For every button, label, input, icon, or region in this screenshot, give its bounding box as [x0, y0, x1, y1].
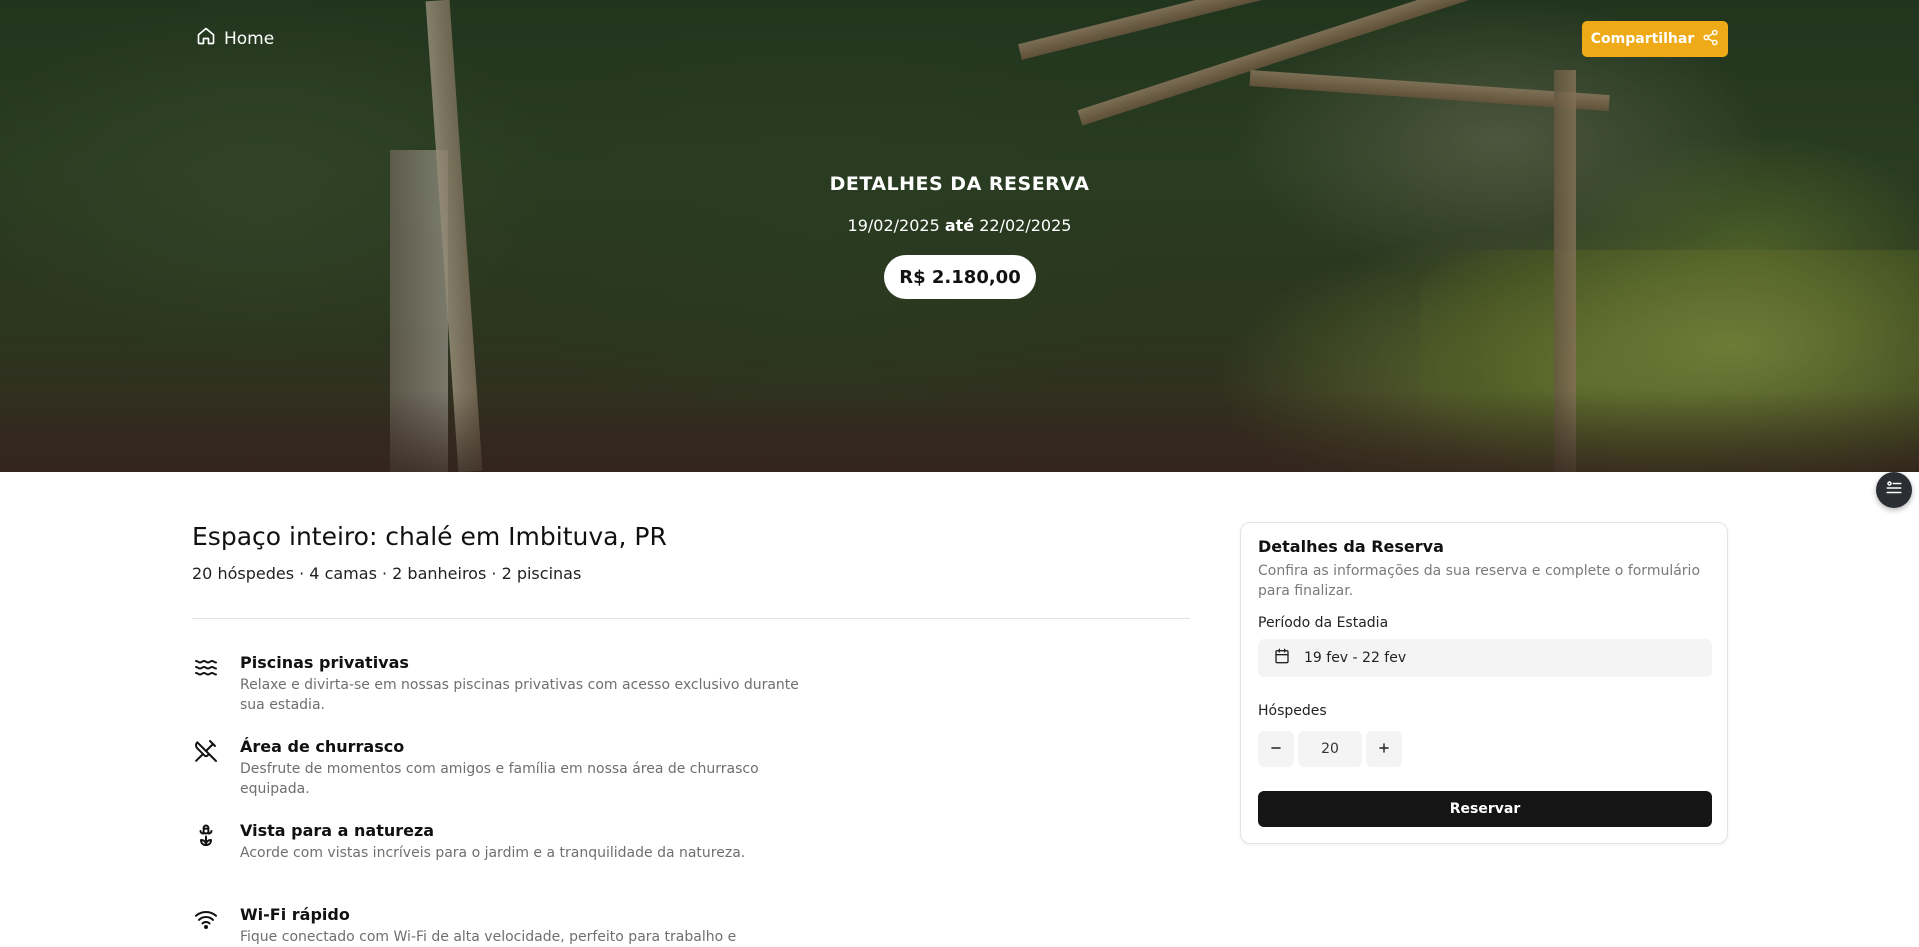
guests-decrement-button[interactable] — [1258, 731, 1294, 767]
guests-increment-button[interactable] — [1366, 731, 1402, 767]
listing-title: Espaço inteiro: chalé em Imbituva, PR — [192, 522, 667, 551]
hero-date-separator: até — [944, 216, 975, 235]
wifi-icon — [194, 907, 218, 931]
utensils-crossed-icon — [194, 739, 218, 763]
list-filter-icon — [1885, 479, 1903, 501]
amenity-title: Wi-Fi rápido — [240, 905, 350, 924]
amenity-description: Relaxe e divirta-se em nossas piscinas p… — [240, 677, 799, 713]
amenity-description: Desfrute de momentos com amigos e famíli… — [240, 761, 759, 797]
period-label: Período da Estadia — [1258, 615, 1389, 631]
floating-menu-button[interactable] — [1876, 472, 1912, 508]
home-icon — [196, 26, 216, 51]
hero-date-to: 22/02/2025 — [979, 216, 1072, 235]
home-link-label: Home — [224, 28, 275, 49]
share-button-label: Compartilhar — [1590, 31, 1695, 47]
price-badge: R$ 2.180,00 — [884, 255, 1036, 299]
hero-overlay — [0, 0, 1919, 472]
amenity-title: Piscinas privativas — [240, 653, 409, 672]
amenity-title: Vista para a natureza — [240, 821, 435, 840]
divider — [192, 618, 1190, 619]
booking-card-description: Confira as informações da sua reserva e … — [1258, 563, 1701, 599]
amenity-description: Acorde com vistas incríveis para o jardi… — [240, 845, 746, 861]
waves-icon — [194, 655, 218, 679]
amenity-description: Fique conectado com Wi-Fi de alta veloci… — [240, 929, 737, 945]
hero-date-range: 19/02/2025 até 22/02/2025 — [0, 216, 1919, 235]
amenity-title: Área de churrasco — [240, 737, 405, 756]
share-icon — [1702, 29, 1719, 50]
guests-label: Hóspedes — [1258, 703, 1327, 719]
listing-summary: 20 hóspedes · 4 camas · 2 banheiros · 2 … — [192, 564, 582, 583]
reserve-button[interactable]: Reservar — [1258, 791, 1712, 827]
booking-card-title: Detalhes da Reserva — [1258, 537, 1444, 556]
minus-icon — [1269, 740, 1283, 759]
plus-icon — [1377, 740, 1391, 759]
booking-card: Detalhes da Reserva Confira as informaçõ… — [1240, 522, 1728, 844]
hero-date-from: 19/02/2025 — [847, 216, 940, 235]
hero-banner: Home Compartilhar DETALHES DA RESERVA 19… — [0, 0, 1919, 472]
date-range-picker[interactable]: 19 fev - 22 fev — [1258, 639, 1712, 677]
hero-title: DETALHES DA RESERVA — [829, 173, 1090, 195]
share-button[interactable]: Compartilhar — [1582, 21, 1728, 57]
flower-icon — [194, 823, 218, 847]
calendar-icon — [1274, 648, 1290, 668]
home-link[interactable]: Home — [196, 26, 274, 51]
date-range-value: 19 fev - 22 fev — [1304, 650, 1407, 666]
guests-count-input[interactable]: 20 — [1298, 731, 1362, 767]
